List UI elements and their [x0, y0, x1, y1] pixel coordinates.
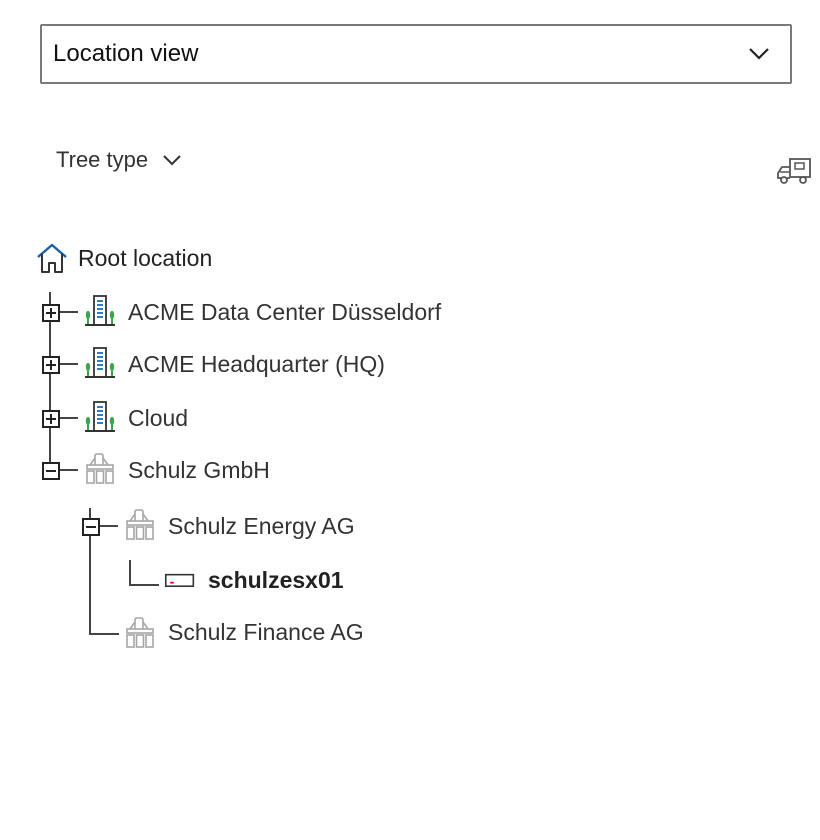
tree-node-label[interactable]: ACME Headquarter (HQ): [128, 350, 385, 378]
tree-node-label[interactable]: Schulz Finance AG: [168, 618, 364, 646]
tree-connector: [60, 469, 78, 471]
tree-connector: [60, 417, 78, 419]
tree-root-label[interactable]: Root location: [78, 244, 212, 272]
building-icon: [85, 401, 115, 432]
tree-connector: [60, 311, 78, 313]
tree-node-label-selected[interactable]: schulzesx01: [208, 566, 344, 594]
tree-connector: [100, 525, 118, 527]
expand-toggle[interactable]: [42, 356, 60, 374]
tree-connector: [129, 584, 159, 586]
expand-toggle[interactable]: [42, 410, 60, 428]
building-icon: [85, 347, 115, 378]
expand-toggle[interactable]: [42, 304, 60, 322]
tree-connector: [89, 633, 119, 635]
organization-icon: [86, 453, 114, 484]
collapse-toggle[interactable]: [82, 518, 100, 536]
organization-icon: [126, 617, 154, 648]
organization-icon: [126, 509, 154, 540]
tree-connector: [129, 560, 131, 586]
tree-node-label[interactable]: Cloud: [128, 404, 188, 432]
tree-node-label[interactable]: ACME Data Center Düsseldorf: [128, 298, 441, 326]
building-icon: [85, 295, 115, 326]
tree-node-label[interactable]: Schulz GmbH: [128, 456, 270, 484]
tree-node-label[interactable]: Schulz Energy AG: [168, 512, 355, 540]
location-tree: Root location ACME Data Center Düsseldor…: [0, 0, 820, 700]
tree-connector: [60, 363, 78, 365]
server-icon: [164, 573, 195, 588]
home-icon: [37, 243, 67, 273]
collapse-toggle[interactable]: [42, 462, 60, 480]
